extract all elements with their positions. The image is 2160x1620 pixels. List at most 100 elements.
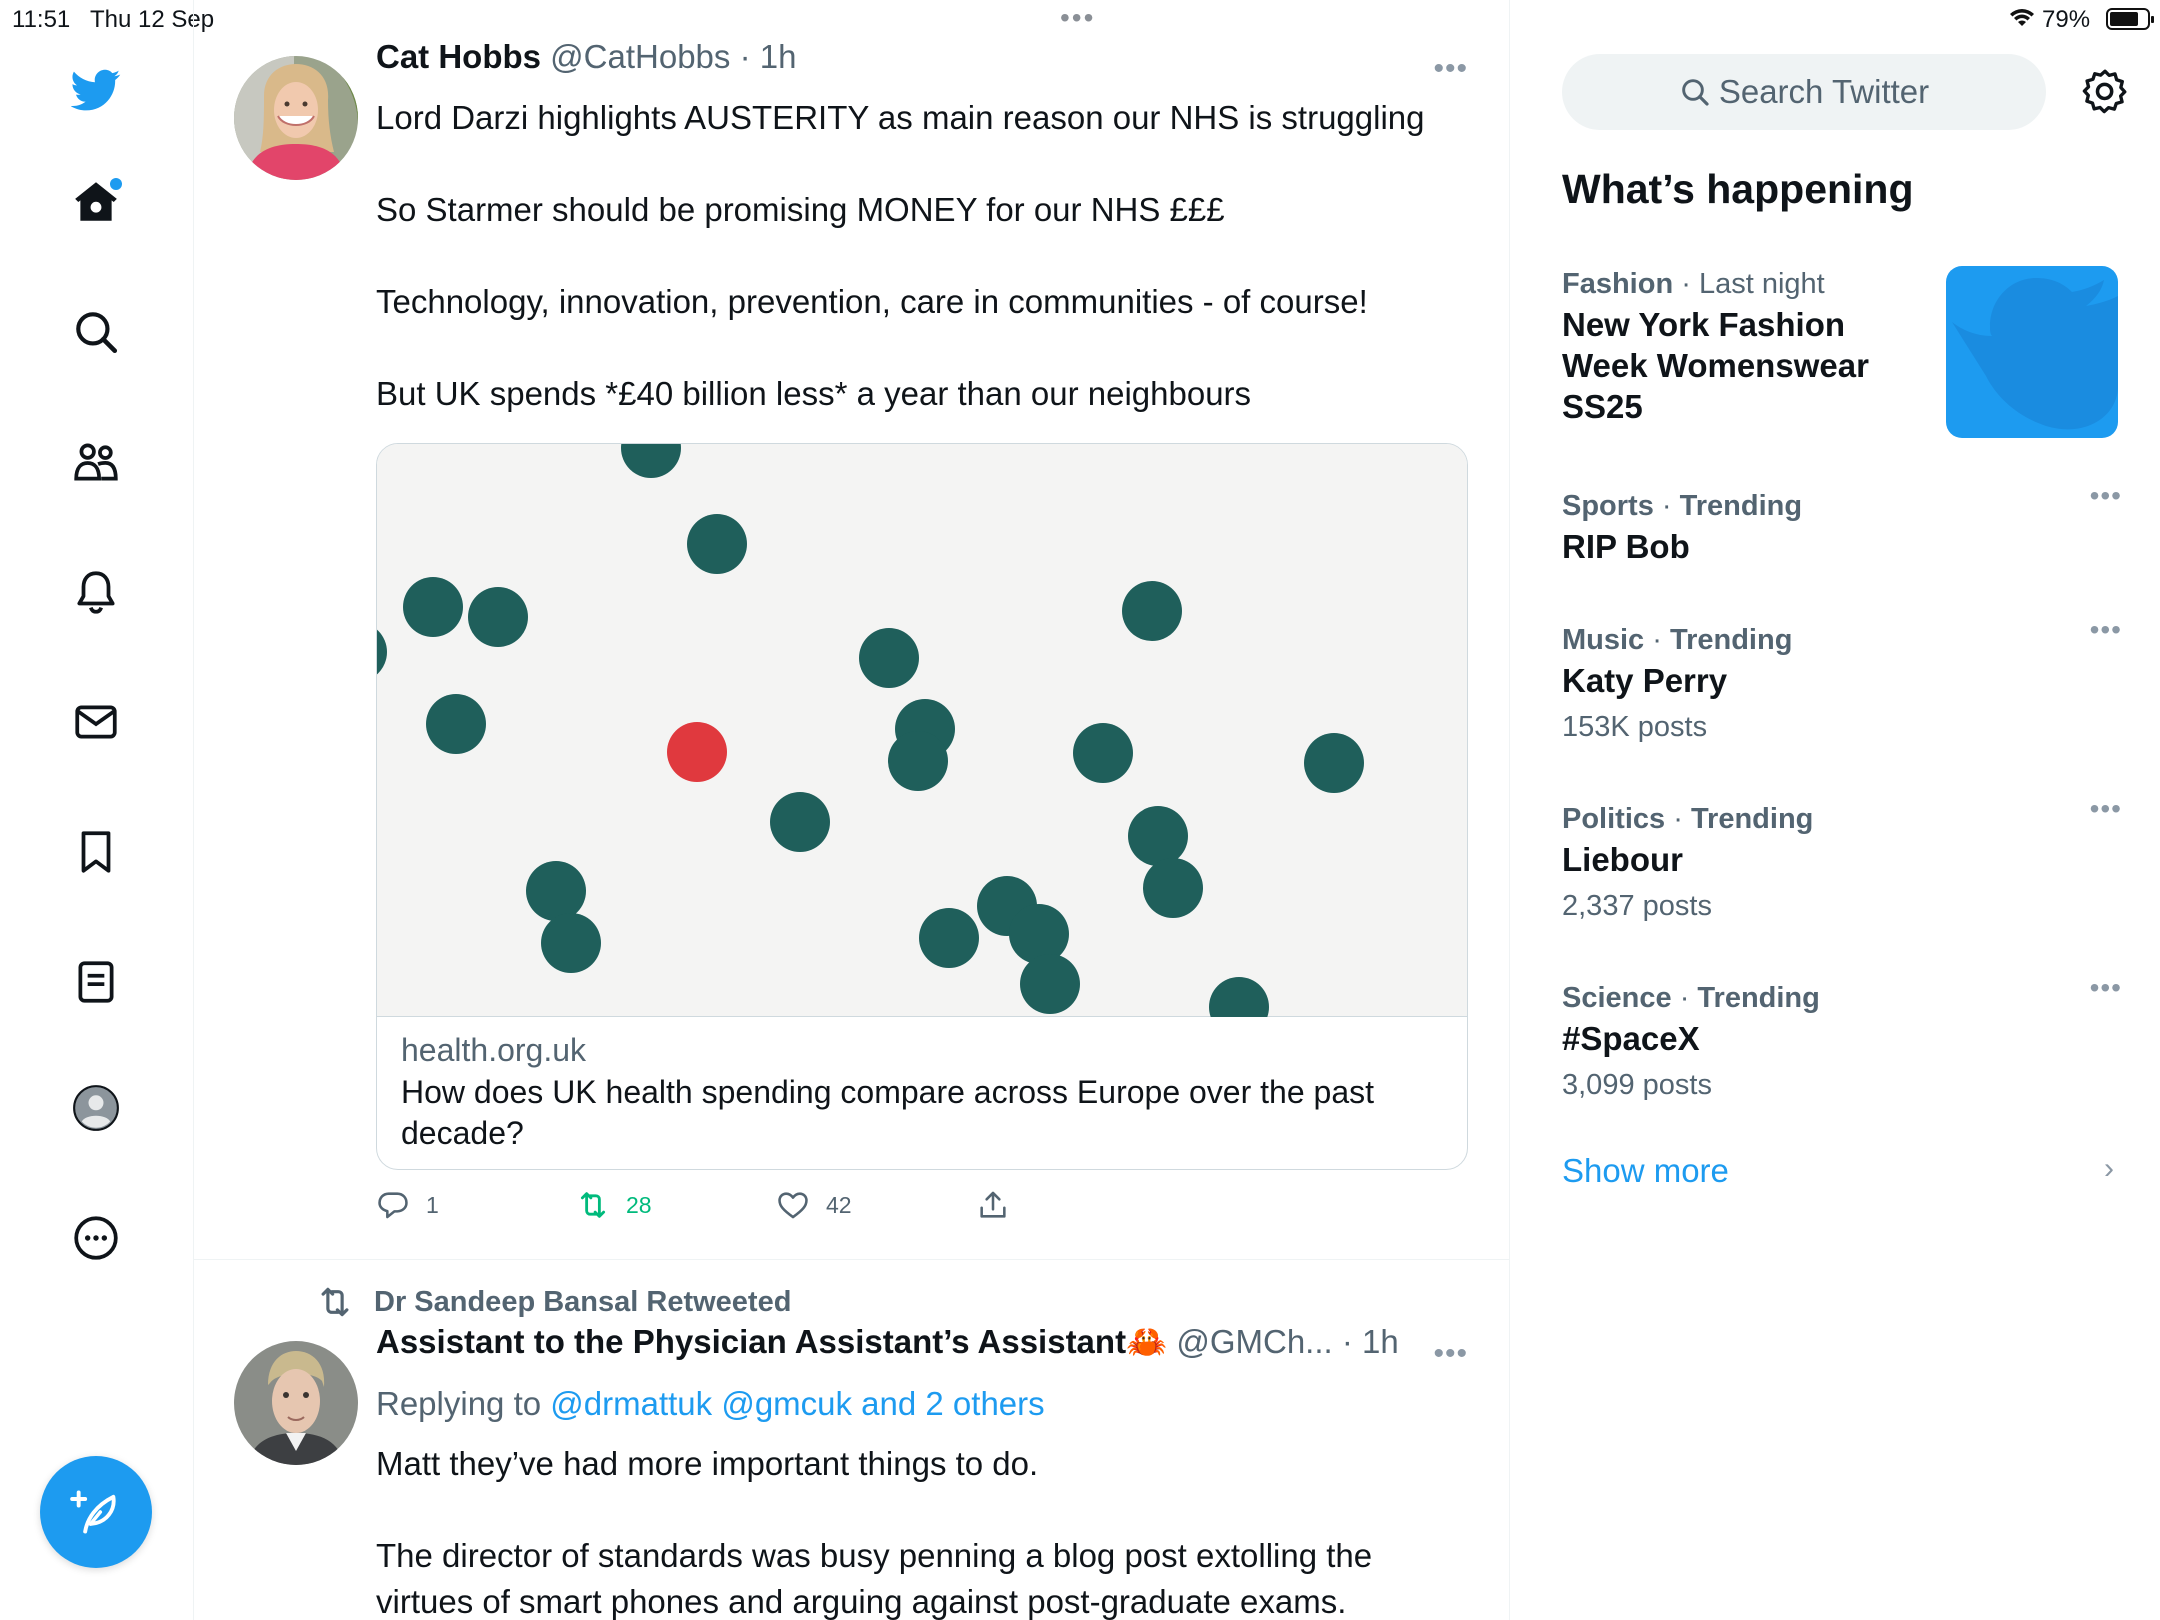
trend-category-name: Science	[1562, 982, 1672, 1014]
settings-gear-icon[interactable]	[2080, 66, 2130, 116]
author-handle[interactable]: @CatHobbs	[550, 38, 730, 75]
trend-meta: Trending	[1679, 490, 1803, 522]
trend-category-name: Fashion	[1562, 268, 1674, 300]
show-more-link[interactable]: Show more ›	[1562, 1152, 2122, 1190]
trend-title: RIP Bob	[1562, 528, 1690, 565]
trend-category-name: Politics	[1562, 803, 1666, 835]
tweet-paragraph: Technology, innovation, prevention, care…	[376, 283, 1368, 320]
trend-title: Liebour	[1562, 841, 1683, 878]
card-meta: health.org.uk How does UK health spendin…	[401, 1028, 1451, 1154]
trend-thumbnail[interactable]	[1946, 266, 2118, 438]
trend-more-icon[interactable]: •••	[2090, 480, 2122, 512]
compose-feather-icon	[70, 1490, 116, 1534]
tweet[interactable]: Dr Sandeep Bansal Retweeted Assistant to…	[194, 1261, 1509, 1620]
right-sidebar: Search Twitter What’s happening Fashion …	[1510, 0, 2160, 1620]
tweet-paragraph: Matt they’ve had more important things t…	[376, 1445, 1039, 1482]
left-navigation	[0, 0, 194, 1620]
tweet-time[interactable]: 1h	[760, 38, 797, 75]
card-image-dots-graphic	[377, 444, 1364, 1037]
lists-icon[interactable]	[70, 956, 122, 1008]
trend-title: #SpaceX	[1562, 1020, 1700, 1057]
more-options-icon[interactable]	[70, 1212, 122, 1264]
tweet[interactable]: Cat Hobbs @CatHobbs · 1h ••• Lord Darzi …	[194, 38, 1509, 1260]
tweet-more-icon[interactable]: •••	[1433, 52, 1468, 86]
trend-meta: Last night	[1698, 268, 1825, 300]
home-icon[interactable]	[70, 176, 122, 228]
tweet-paragraph: Lord Darzi highlights AUSTERITY as main …	[376, 99, 1425, 136]
trend-category-name: Music	[1562, 624, 1645, 656]
retweet-icon	[580, 1192, 606, 1218]
tweet-header: Cat Hobbs @CatHobbs · 1h	[376, 38, 796, 76]
reply-button[interactable]: 1	[376, 1188, 439, 1222]
share-icon	[980, 1191, 1006, 1218]
like-count: 42	[826, 1191, 852, 1218]
author-avatar[interactable]	[234, 56, 358, 180]
profile-avatar-icon[interactable]	[70, 1082, 122, 1134]
search-input[interactable]: Search Twitter	[1562, 54, 2046, 130]
card-domain: health.org.uk	[401, 1032, 587, 1068]
explore-search-icon[interactable]	[70, 306, 122, 358]
tweet-paragraph: But UK spends *£40 billion less* a year …	[376, 375, 1252, 412]
trend-category-name: Sports	[1562, 490, 1654, 522]
trend-item[interactable]: Sports · Trending RIP Bob •••	[1562, 480, 2122, 567]
whats-happening-heading: What’s happening	[1562, 166, 1914, 212]
trend-category: Science · Trending	[1562, 982, 1820, 1014]
trend-more-icon[interactable]: •••	[2090, 972, 2122, 1004]
trend-meta: Trending	[1697, 982, 1820, 1014]
trend-category: Politics · Trending	[1562, 803, 1814, 835]
link-preview-card[interactable]: health.org.uk How does UK health spendin…	[376, 443, 1468, 1170]
replying-to: Replying to @drmattuk @gmcuk and 2 other…	[376, 1385, 1045, 1423]
trend-category: Music · Trending	[1562, 624, 1793, 656]
trend-item[interactable]: Politics · Trending Liebour 2,337 posts …	[1562, 793, 2122, 926]
card-image	[377, 444, 1467, 1037]
dot-separator: ·	[1341, 1323, 1353, 1360]
twitter-logo-icon[interactable]	[70, 64, 122, 116]
replying-to-users[interactable]: @drmattuk @gmcuk and 2 others	[550, 1385, 1044, 1422]
retweeted-by-label[interactable]: Dr Sandeep Bansal Retweeted	[316, 1283, 791, 1321]
messages-envelope-icon[interactable]	[70, 696, 122, 748]
communities-icon[interactable]	[70, 436, 122, 488]
trend-more-icon[interactable]: •••	[2090, 793, 2122, 825]
like-button[interactable]: 42	[776, 1188, 852, 1222]
trend-post-count: 2,337 posts	[1562, 890, 1712, 922]
replying-prefix: Replying to	[376, 1385, 542, 1422]
retweet-count: 28	[626, 1191, 652, 1218]
search-placeholder: Search Twitter	[1718, 73, 1930, 110]
retweet-icon	[321, 1287, 349, 1317]
dot-separator: ·	[739, 38, 751, 75]
trend-title: New York Fashion Week Womenswear SS25	[1562, 306, 1869, 425]
card-title: How does UK health spending compare acro…	[401, 1074, 1374, 1151]
author-name[interactable]: Cat Hobbs	[376, 38, 541, 75]
retweet-button[interactable]: 28	[576, 1188, 652, 1222]
author-avatar[interactable]	[234, 1341, 358, 1465]
heart-icon	[778, 1192, 808, 1219]
trend-more-icon[interactable]: •••	[2090, 614, 2122, 646]
search-icon	[1682, 79, 1709, 106]
retweeted-by-text: Dr Sandeep Bansal Retweeted	[374, 1285, 792, 1318]
share-button[interactable]	[976, 1188, 1026, 1222]
bookmarks-icon[interactable]	[70, 826, 122, 878]
twitter-bird-thumbnail-icon	[1952, 278, 2118, 430]
home-notification-dot	[110, 178, 122, 190]
trend-meta: Trending	[1669, 624, 1793, 656]
tweet-text: Lord Darzi highlights AUSTERITY as main …	[376, 95, 1456, 417]
tweet-text: Matt they’ve had more important things t…	[376, 1441, 1456, 1620]
timeline: Cat Hobbs @CatHobbs · 1h ••• Lord Darzi …	[194, 0, 1510, 1620]
tweet-paragraph: The director of standards was busy penni…	[376, 1537, 1373, 1620]
trend-post-count: 3,099 posts	[1562, 1069, 1712, 1101]
trend-item[interactable]: Music · Trending Katy Perry 153K posts •…	[1562, 614, 2122, 747]
trend-category: Sports · Trending	[1562, 490, 1803, 522]
tweet-time[interactable]: 1h	[1362, 1323, 1399, 1360]
chevron-right-icon: ›	[2104, 1152, 2114, 1185]
author-handle[interactable]: @GMCh...	[1176, 1323, 1332, 1360]
tweet-paragraph: So Starmer should be promising MONEY for…	[376, 191, 1225, 228]
reply-icon	[378, 1192, 408, 1219]
notifications-bell-icon[interactable]	[70, 566, 122, 618]
trend-post-count: 153K posts	[1562, 711, 1708, 743]
author-name[interactable]: Assistant to the Physician Assistant’s A…	[376, 1323, 1167, 1360]
compose-tweet-button[interactable]	[40, 1456, 152, 1568]
tweet-more-icon[interactable]: •••	[1433, 1337, 1468, 1371]
reply-count: 1	[426, 1191, 439, 1218]
show-more-label: Show more	[1562, 1152, 1729, 1189]
trend-item[interactable]: Science · Trending #SpaceX 3,099 posts •…	[1562, 972, 2122, 1105]
